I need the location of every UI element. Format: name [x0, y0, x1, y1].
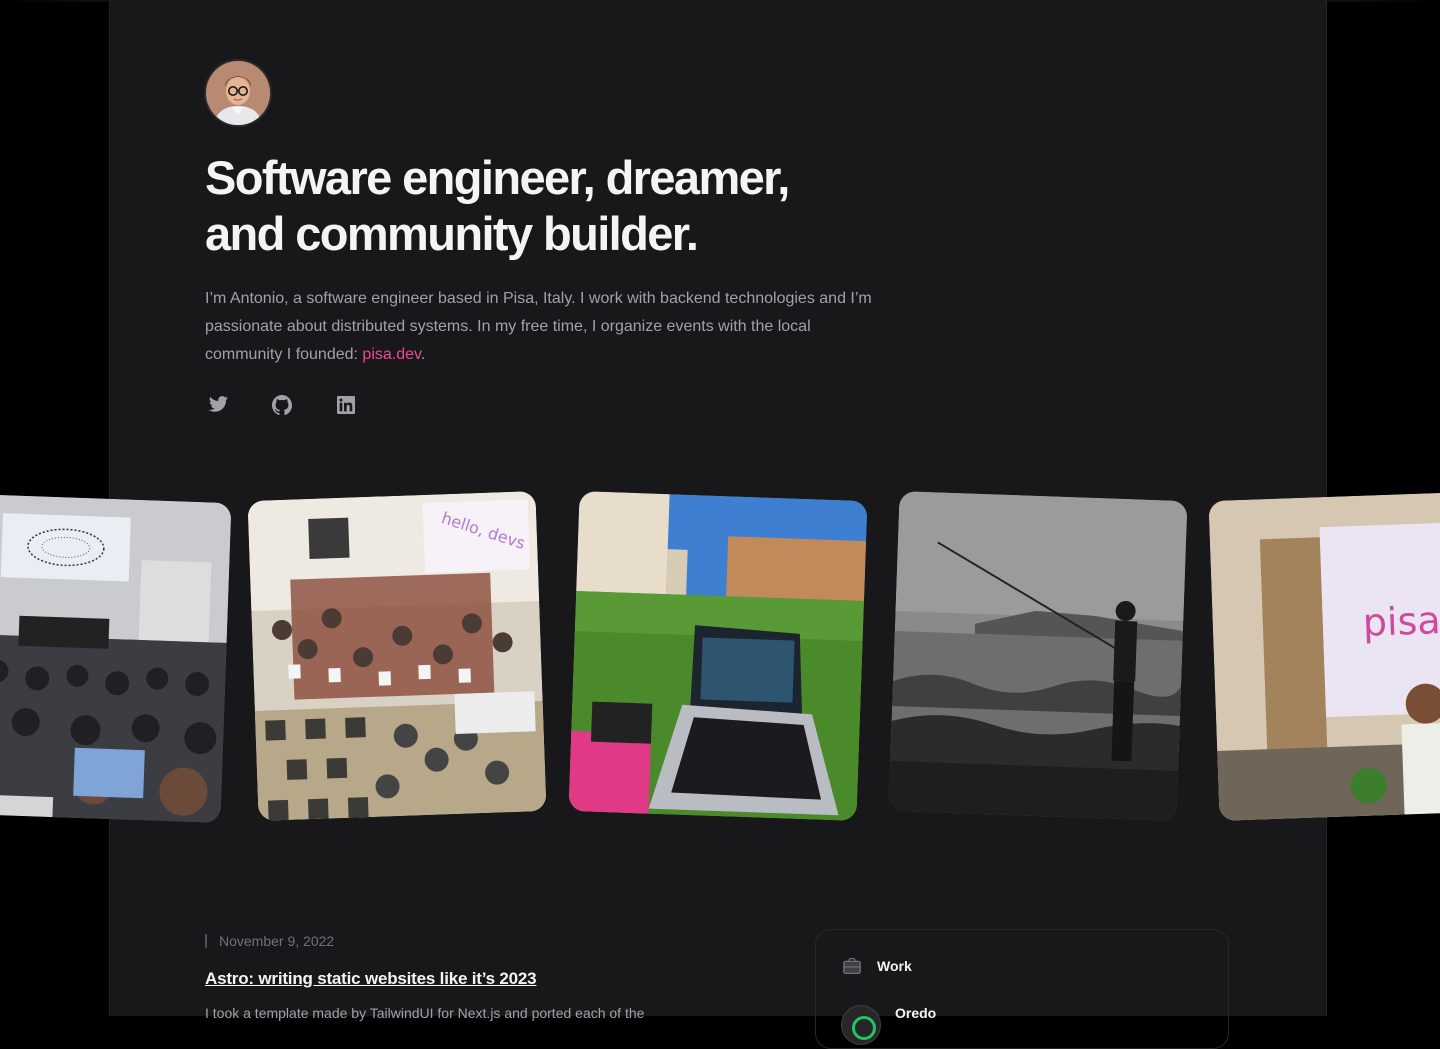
intro-paragraph: I’m Antonio, a software engineer based i… [205, 285, 875, 369]
linkedin-icon[interactable] [334, 393, 358, 417]
photo-fisherman [888, 491, 1188, 821]
company-name: Oredo [895, 1005, 937, 1021]
work-label: Work [877, 958, 912, 974]
photo-pisa-dev-talk: pisa.d [1208, 491, 1440, 821]
pisa-dev-link[interactable]: pisa.dev [362, 346, 420, 363]
headline-line-1: Software engineer, dreamer, [205, 151, 790, 204]
article-title-link[interactable]: Astro: writing static websites like it’s… [205, 968, 537, 990]
slide-text-pisa: pisa.d [1362, 597, 1440, 645]
photo-meetup-room: hello, devs [247, 491, 547, 821]
avatar[interactable] [206, 61, 270, 125]
photo-lecture-hall [0, 493, 232, 823]
work-card: Work Oredo [815, 929, 1229, 1049]
briefcase-icon [843, 958, 861, 974]
page-title: Software engineer, dreamer, and communit… [205, 150, 845, 262]
intro-text: I’m Antonio, a software engineer based i… [205, 290, 872, 363]
article-excerpt: I took a template made by TailwindUI for… [205, 1005, 645, 1021]
work-header: Work [841, 955, 912, 977]
company-logo [841, 1005, 881, 1045]
twitter-icon[interactable] [206, 393, 230, 417]
headline-line-2: and community builder. [205, 207, 699, 260]
article-date: November 9, 2022 [205, 932, 334, 950]
social-links [206, 393, 358, 417]
github-icon[interactable] [270, 393, 294, 417]
intro-end: . [420, 346, 426, 363]
photo-pisa-laptop [568, 491, 868, 821]
